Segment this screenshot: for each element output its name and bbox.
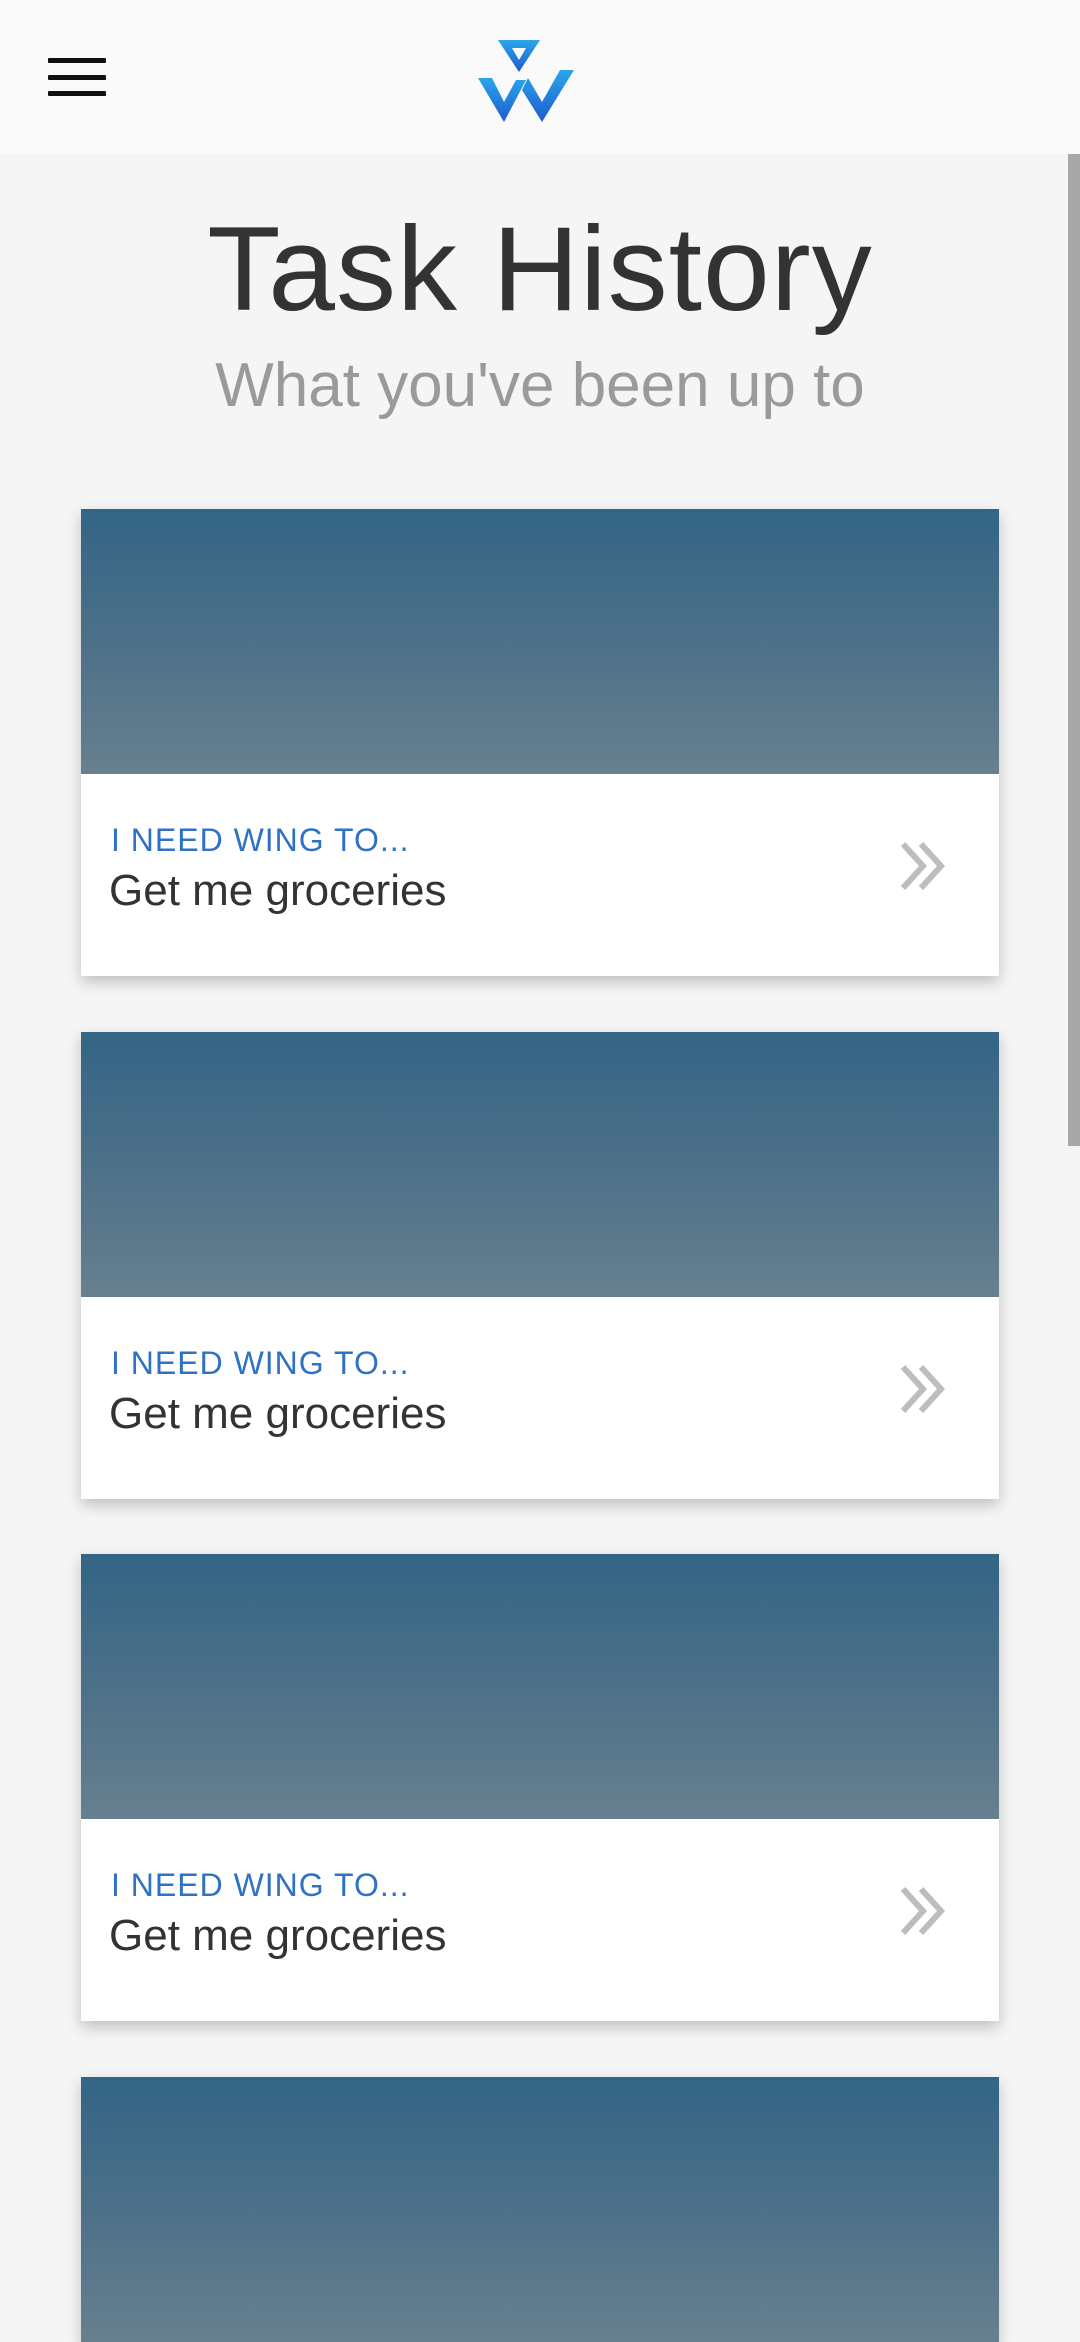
- task-card-banner: [81, 2077, 999, 2342]
- double-chevron-right-icon[interactable]: [897, 1363, 949, 1415]
- task-card-body: I NEED WING TO... Get me groceries: [81, 774, 999, 976]
- task-card[interactable]: I NEED WING TO... Get me groceries: [81, 1554, 999, 2021]
- hamburger-menu-icon[interactable]: [44, 52, 110, 102]
- task-label: I NEED WING TO...: [111, 1345, 410, 1381]
- task-title: Get me groceries: [109, 866, 447, 915]
- task-card-banner: [81, 1554, 999, 1819]
- page-title: Task History: [207, 202, 873, 336]
- task-card-banner: [81, 1032, 999, 1297]
- task-card[interactable]: I NEED WING TO... Get me groceries: [81, 1032, 999, 1499]
- task-label: I NEED WING TO...: [111, 822, 410, 858]
- page-subtitle: What you've been up to: [215, 351, 865, 420]
- task-card[interactable]: I NEED WING TO... Get me groceries: [81, 509, 999, 976]
- task-title: Get me groceries: [109, 1389, 447, 1438]
- top-app-bar: [0, 0, 1080, 154]
- task-card-body: I NEED WING TO... Get me groceries: [81, 1297, 999, 1499]
- task-card-banner: [81, 509, 999, 774]
- task-label: I NEED WING TO...: [111, 1867, 410, 1903]
- task-card[interactable]: [81, 2077, 999, 2342]
- task-title: Get me groceries: [109, 1911, 447, 1960]
- double-chevron-right-icon[interactable]: [897, 1885, 949, 1937]
- double-chevron-right-icon[interactable]: [897, 840, 949, 892]
- wing-logo-icon[interactable]: [478, 40, 574, 124]
- task-card-body: I NEED WING TO... Get me groceries: [81, 1819, 999, 2021]
